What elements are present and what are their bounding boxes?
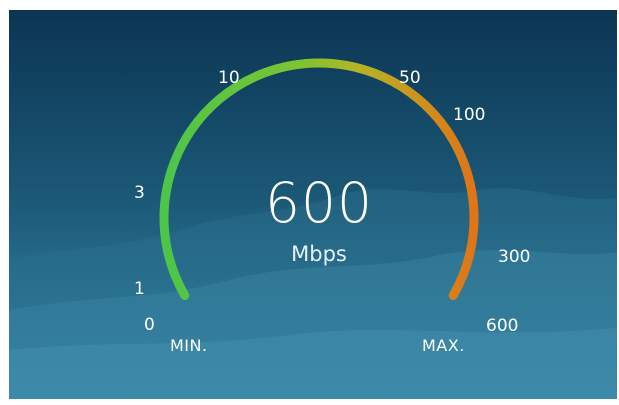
tick-label-600: 600 <box>486 316 519 336</box>
tick-label-0: 0 <box>144 315 155 335</box>
tick-label-300: 300 <box>498 247 531 267</box>
max-label: MAX. <box>422 336 465 355</box>
tick-label-1: 1 <box>134 279 145 299</box>
tick-label-100: 100 <box>453 105 486 125</box>
speed-value: 600 <box>265 171 373 235</box>
speedtest-panel: 0 1 3 10 50 100 300 600 MIN. MAX. 600 Mb… <box>9 10 617 399</box>
tick-label-10: 10 <box>218 68 240 88</box>
tick-label-50: 50 <box>399 68 421 88</box>
min-label: MIN. <box>170 336 208 355</box>
speed-unit: Mbps <box>291 242 347 266</box>
tick-label-3: 3 <box>134 183 145 203</box>
